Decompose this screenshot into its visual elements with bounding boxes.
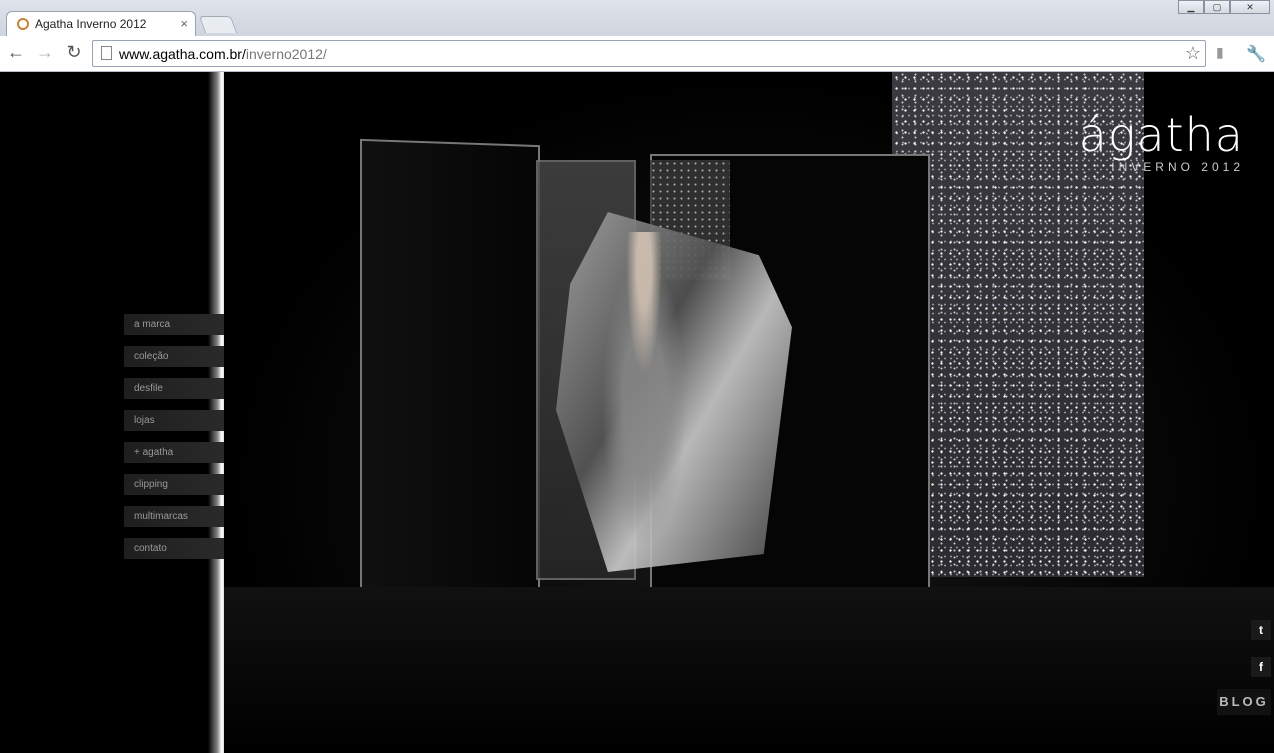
logo-subtitle: INVERNO 2012	[1111, 160, 1244, 174]
back-arrow-icon[interactable]: ←	[5, 42, 27, 63]
menu-item-multimarcas[interactable]: multimarcas	[124, 506, 224, 527]
menu-item-contato[interactable]: contato	[124, 538, 224, 559]
brand-logo[interactable]: ágatha INVERNO 2012	[1079, 112, 1244, 174]
mirror-panel-left	[360, 138, 540, 614]
maximize-button[interactable]: ▢	[1204, 0, 1230, 14]
browser-toolbar: ← → ↻ www.agatha.com.br/inverno2012/ ☆ ▮…	[0, 36, 1274, 72]
url-host: www.agatha.com.br/	[119, 46, 246, 62]
wrench-icon[interactable]: 🔧	[1246, 44, 1266, 64]
new-tab-button[interactable]	[198, 16, 238, 33]
facebook-icon[interactable]: f	[1251, 657, 1271, 677]
favicon-icon	[17, 18, 29, 30]
url-path: inverno2012/	[245, 46, 327, 62]
menu-item-a-marca[interactable]: a marca	[124, 314, 224, 335]
page-action-icon[interactable]: ▮	[1216, 44, 1224, 61]
window-controls: ▁ ▢ ✕	[1178, 0, 1270, 14]
twitter-icon[interactable]: t	[1251, 620, 1271, 640]
tab-title: Agatha Inverno 2012	[35, 17, 147, 31]
menu-item-mais-agatha[interactable]: + agatha	[124, 442, 224, 463]
hero-scene: ágatha INVERNO 2012 t f BLOG	[224, 72, 1274, 753]
menu-item-colecao[interactable]: coleção	[124, 346, 224, 367]
left-panel: a marca coleção desfile lojas + agatha c…	[0, 72, 224, 753]
minimize-button[interactable]: ▁	[1178, 0, 1204, 14]
reload-icon[interactable]: ↻	[63, 42, 85, 63]
address-bar[interactable]: www.agatha.com.br/inverno2012/ ☆	[92, 40, 1206, 67]
url-text: www.agatha.com.br/inverno2012/	[119, 46, 327, 62]
menu-item-lojas[interactable]: lojas	[124, 410, 224, 431]
browser-tab-active[interactable]: Agatha Inverno 2012 ×	[6, 11, 196, 37]
tab-close-icon[interactable]: ×	[180, 16, 188, 31]
forward-arrow-icon[interactable]: →	[34, 42, 56, 63]
reflective-floor	[224, 587, 1274, 753]
blog-button[interactable]: BLOG	[1217, 689, 1271, 715]
runway-model-image	[594, 232, 694, 572]
browser-titlebar: Agatha Inverno 2012 × ▁ ▢ ✕	[0, 0, 1274, 37]
page-icon	[101, 46, 112, 60]
menu-item-desfile[interactable]: desfile	[124, 378, 224, 399]
logo-name: ágatha	[1078, 108, 1244, 162]
page-content: a marca coleção desfile lojas + agatha c…	[0, 72, 1274, 753]
close-window-button[interactable]: ✕	[1230, 0, 1270, 14]
main-menu: a marca coleção desfile lojas + agatha c…	[124, 314, 224, 570]
menu-item-clipping[interactable]: clipping	[124, 474, 224, 495]
star-icon[interactable]: ☆	[1185, 43, 1201, 64]
